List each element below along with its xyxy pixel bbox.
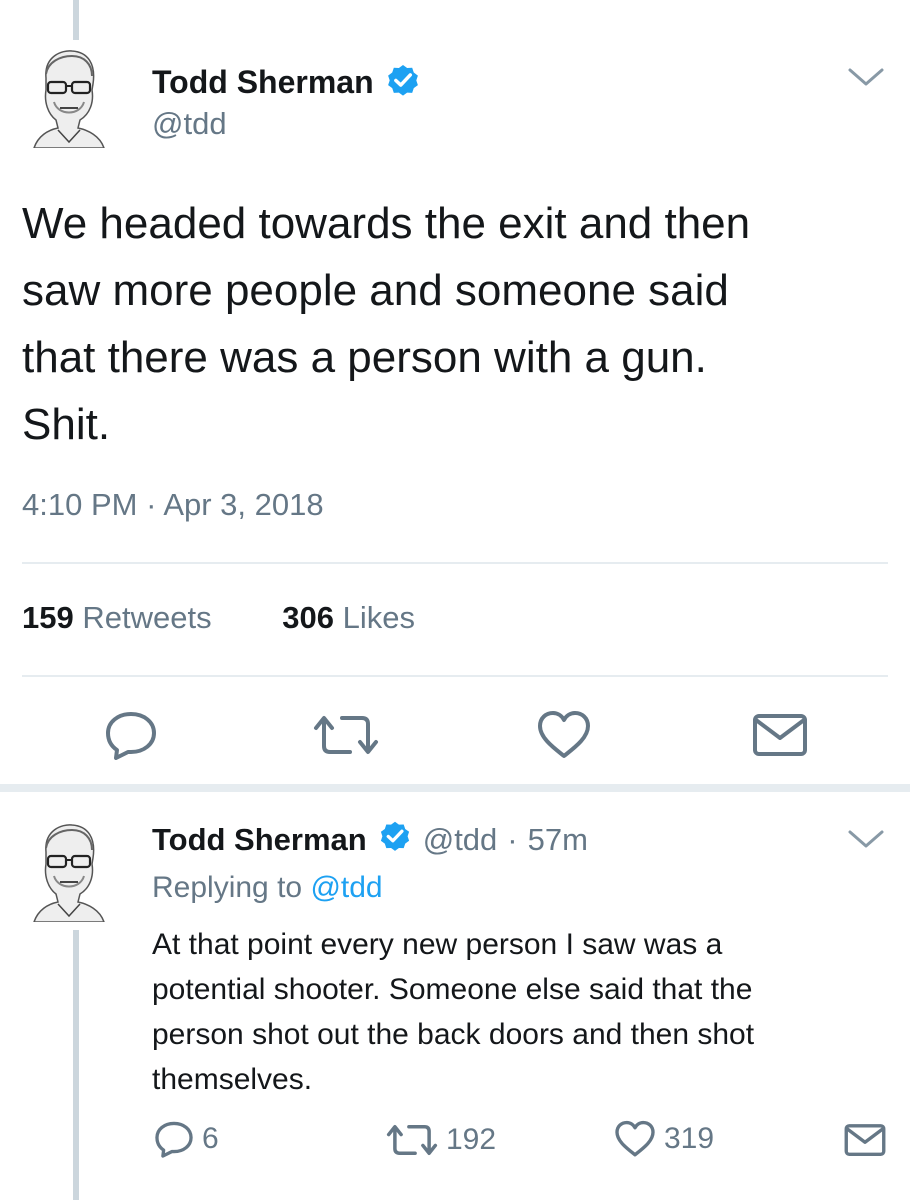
thread-line-bottom	[73, 930, 79, 1200]
likes-stat[interactable]: 306 Likes	[282, 600, 415, 635]
divider	[22, 675, 888, 677]
author-name[interactable]: Todd Sherman	[152, 822, 367, 858]
reply-icon	[155, 1121, 193, 1158]
tweet-age[interactable]: 57m	[528, 822, 588, 858]
retweets-label: Retweets	[82, 600, 212, 635]
tweet-text-line: themselves.	[152, 1063, 313, 1096]
timestamp-separator: ·	[146, 487, 157, 522]
section-divider	[0, 784, 910, 792]
thread-line-top	[73, 0, 79, 40]
author-name[interactable]: Todd Sherman	[152, 64, 374, 101]
reply-text: At that point every new person I saw was…	[152, 922, 754, 1102]
retweet-button[interactable]	[310, 712, 382, 758]
envelope-icon	[753, 714, 807, 756]
reply-count: 6	[202, 1122, 219, 1155]
retweet-icon	[314, 716, 378, 754]
verified-badge-icon	[384, 61, 422, 104]
timestamp-separator: ·	[507, 822, 518, 857]
retweet-icon	[386, 1125, 438, 1155]
engagement-stats: 159 Retweets 306 Likes	[22, 600, 415, 636]
tweet-text: We headed towards the exit and then saw …	[22, 190, 750, 458]
tweet-time: 4:10 PM	[22, 487, 138, 522]
heart-icon	[615, 1120, 655, 1157]
verified-badge-icon	[377, 818, 413, 862]
retweet-button[interactable]: 192	[384, 1122, 496, 1158]
tweet-text-line: At that point every new person I saw was…	[152, 928, 723, 961]
replying-to: Replying to @tdd	[152, 871, 383, 905]
envelope-icon	[844, 1124, 886, 1156]
avatar[interactable]	[32, 44, 106, 149]
reply-header: Todd Sherman @tdd · 57m	[152, 820, 588, 860]
dm-button[interactable]	[844, 1122, 886, 1158]
reply-button[interactable]	[104, 710, 158, 760]
like-button[interactable]: 319	[614, 1120, 714, 1158]
replying-to-handle[interactable]: @tdd	[310, 871, 382, 904]
tweet-text-line: person shot out the back doors and then …	[152, 1018, 755, 1051]
retweet-count: 192	[446, 1123, 497, 1156]
like-count: 319	[664, 1122, 715, 1155]
author-handle[interactable]: @tdd	[152, 106, 227, 142]
avatar[interactable]	[32, 818, 106, 923]
dm-button[interactable]	[752, 712, 808, 758]
tweet-text-line: saw more people and someone said	[22, 266, 729, 315]
tweet-text-line: Shit.	[22, 400, 111, 449]
reply-button[interactable]: 6	[154, 1120, 219, 1158]
tweet-timestamp[interactable]: 4:10 PM · Apr 3, 2018	[22, 487, 324, 523]
tweet-date: Apr 3, 2018	[163, 487, 324, 522]
reply-icon	[106, 712, 156, 760]
tweet-text-line: that there was a person with a gun.	[22, 333, 707, 382]
chevron-down-icon[interactable]	[846, 64, 886, 92]
retweets-count: 159	[22, 600, 74, 635]
author-handle[interactable]: @tdd	[423, 822, 498, 858]
tweet-text-line: potential shooter. Someone else said tha…	[152, 973, 753, 1006]
chevron-down-icon[interactable]	[846, 826, 886, 854]
likes-label: Likes	[342, 600, 415, 635]
replying-to-label: Replying to	[152, 871, 303, 904]
divider	[22, 562, 888, 564]
retweets-stat[interactable]: 159 Retweets	[22, 600, 220, 635]
heart-icon	[538, 711, 590, 758]
like-button[interactable]	[536, 710, 592, 760]
tweet-text-line: We headed towards the exit and then	[22, 199, 751, 248]
author-name-row: Todd Sherman	[152, 62, 422, 102]
likes-count: 306	[282, 600, 334, 635]
